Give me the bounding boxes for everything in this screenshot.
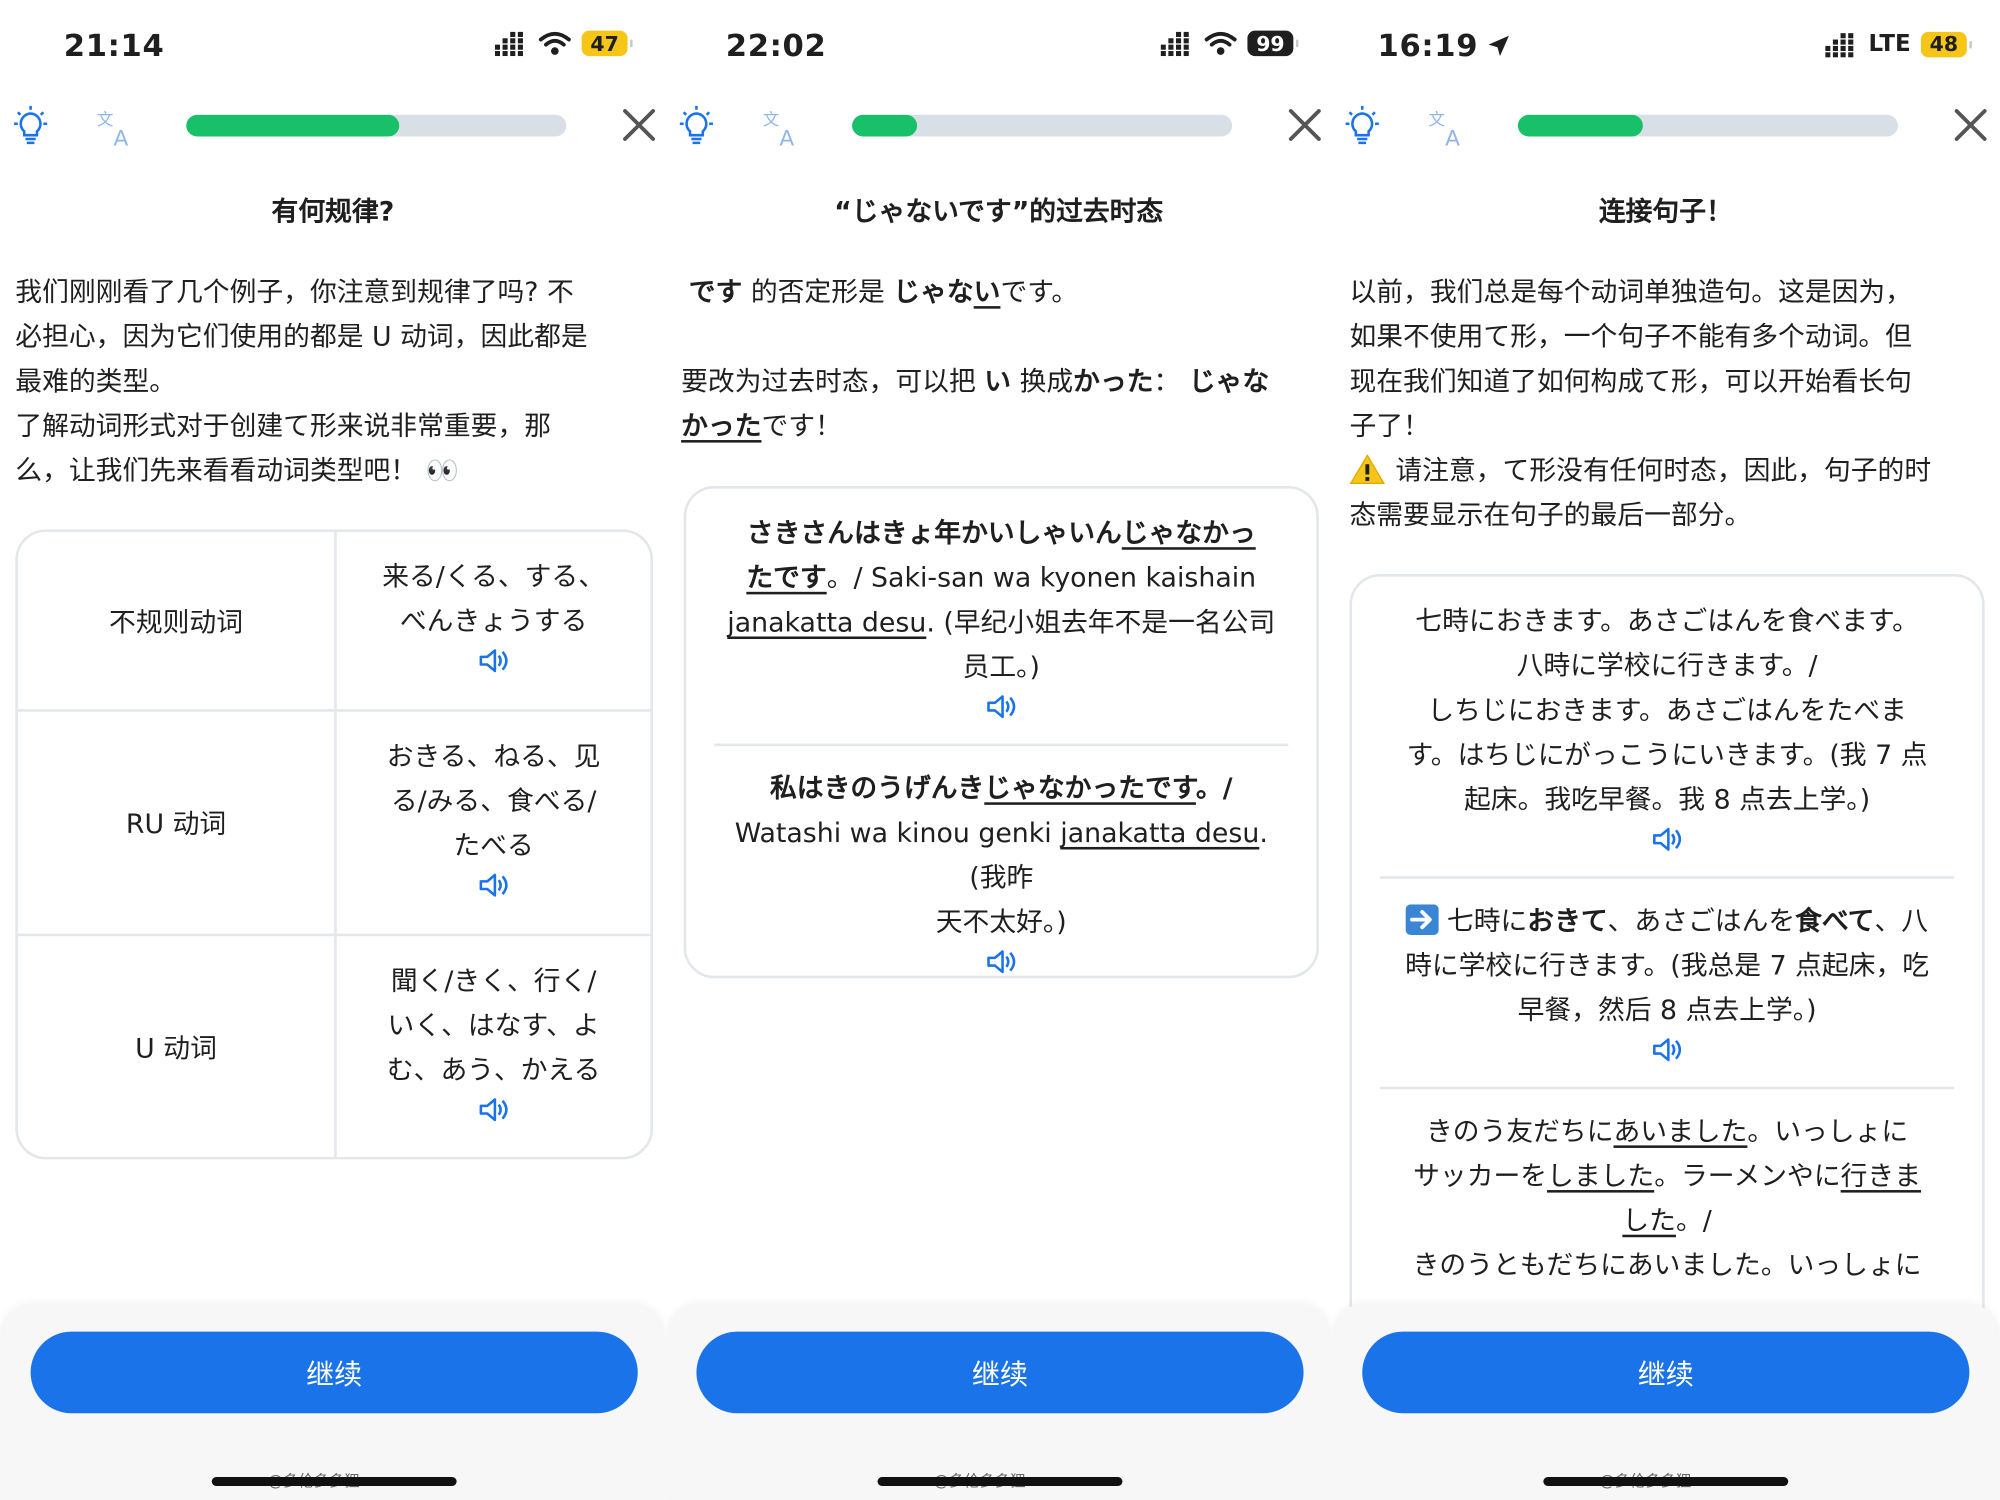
lesson-toolbar: 文 A xyxy=(1332,102,2000,153)
continue-button[interactable]: 继续 xyxy=(696,1331,1304,1414)
status-bar: 22:02 99 xyxy=(666,23,1332,69)
example-card: 七時におきます。あさごはんを食べます。 八時に学校に行きます。/ しちじにおきま… xyxy=(1349,573,1985,1370)
bottom-bar: 继续 @多伦多多狸 xyxy=(665,1303,1332,1500)
example-card: さきさんはきょ年かいしゃいんじゃなかっ たです。/ Saki-san wa ky… xyxy=(683,485,1319,979)
lightbulb-icon[interactable] xyxy=(671,102,722,153)
translate-icon[interactable]: 文 A xyxy=(89,102,140,153)
cellular-signal-icon xyxy=(1825,32,1854,57)
three-screenshots: 21:14 47 文 A 有何规律? 我们刚刚看了几个例子，你注意到规律了吗? … xyxy=(0,0,2000,1500)
progress-fill xyxy=(1517,114,1644,137)
battery-indicator: 48 xyxy=(1920,31,1972,57)
location-arrow-icon xyxy=(1488,35,1509,57)
home-indicator xyxy=(211,1477,457,1486)
verb-examples: おきる、ねる、见 る/みる、食べる/ たべる xyxy=(337,712,651,934)
lesson-toolbar: 文 A xyxy=(0,102,666,153)
svg-text:A: A xyxy=(779,126,794,150)
lesson-title: “じゃないです”的过去时态 xyxy=(834,196,1164,228)
progress-fill xyxy=(852,114,917,137)
speaker-icon[interactable] xyxy=(477,1096,510,1124)
status-bar: 16:19 LTE 48 xyxy=(1332,23,2000,69)
svg-text:A: A xyxy=(114,126,129,150)
warning-icon xyxy=(1349,454,1386,485)
table-row: U 动词 聞く/きく、行く/ いく、はなす、よ む、あう、かえる xyxy=(18,936,651,1157)
lightbulb-icon[interactable] xyxy=(5,102,56,153)
speaker-icon[interactable] xyxy=(477,647,510,675)
lightbulb-icon[interactable] xyxy=(1337,102,1388,153)
battery-indicator: 47 xyxy=(581,30,633,57)
close-icon[interactable] xyxy=(1952,106,1990,144)
lesson-title: 连接句子！ xyxy=(1598,196,1733,228)
lesson-screen-1: 21:14 47 文 A 有何规律? 我们刚刚看了几个例子，你注意到规律了吗? … xyxy=(0,0,666,1500)
example-sentence: 七時におきて、あさごはんを食べて、八 時に学校に行きます。(我总是 7 点起床，… xyxy=(1380,876,1955,1086)
close-icon[interactable] xyxy=(620,106,658,144)
battery-indicator: 99 xyxy=(1247,30,1299,57)
continue-button[interactable]: 继续 xyxy=(1362,1331,1970,1414)
lesson-screen-3: 16:19 LTE 48 文 A 连接句子！ 以前，我们总是每个动词单独造句。这… xyxy=(1331,0,2000,1500)
close-icon[interactable] xyxy=(1286,106,1324,144)
example-sentence: さきさんはきょ年かいしゃいんじゃなかっ たです。/ Saki-san wa ky… xyxy=(686,489,1316,744)
speaker-icon[interactable] xyxy=(1650,1036,1683,1064)
lesson-progress-bar xyxy=(852,114,1233,137)
clock: 16:19 xyxy=(1377,28,1479,64)
speaker-icon[interactable] xyxy=(1650,825,1683,853)
network-type: LTE xyxy=(1868,30,1911,58)
translate-icon[interactable]: 文 A xyxy=(1421,102,1472,153)
lesson-toolbar: 文 A xyxy=(666,102,1332,153)
clock: 21:14 xyxy=(63,28,165,64)
wifi-icon xyxy=(1204,31,1237,55)
home-indicator xyxy=(877,1477,1123,1486)
lesson-paragraph: 以前，我们总是每个动词单独造句。这是因为， 如果不使用て形，一个句子不能有多个动… xyxy=(1349,276,1932,531)
example-sentence: 私はきのうげんきじゃなかったです。/ Watashi wa kinou genk… xyxy=(714,743,1289,976)
cellular-signal-icon xyxy=(1160,31,1189,57)
speaker-icon[interactable] xyxy=(985,693,1018,721)
lesson-progress-bar xyxy=(186,114,567,137)
svg-text:文: 文 xyxy=(97,110,114,129)
translate-icon[interactable]: 文 A xyxy=(755,102,806,153)
svg-text:文: 文 xyxy=(1429,110,1446,129)
example-sentence: きのう友だちにあいました。いっしょに サッカーをしました。ラーメンやに行きま し… xyxy=(1380,1086,1955,1311)
speaker-icon[interactable] xyxy=(477,871,510,899)
status-bar: 21:14 47 xyxy=(0,23,666,69)
arrow-right-icon xyxy=(1406,904,1440,935)
svg-text:A: A xyxy=(1445,126,1460,150)
lesson-title: 有何规律? xyxy=(271,196,395,228)
bottom-bar: 继续 @多伦多多狸 xyxy=(1331,1303,2000,1500)
verb-type-label: RU 动词 xyxy=(18,711,337,934)
cellular-signal-icon xyxy=(494,31,523,57)
bottom-bar: 继续 @多伦多多狸 xyxy=(0,1303,666,1500)
wifi-icon xyxy=(538,31,571,55)
svg-text:文: 文 xyxy=(763,110,780,129)
verb-examples: 来る/くる、する、 べんきょうする xyxy=(337,532,651,709)
verb-type-table: 不规则动词 来る/くる、する、 べんきょうする RU 动词 おきる、ねる、见 る… xyxy=(15,529,654,1160)
home-indicator xyxy=(1543,1477,1789,1486)
example-sentence: 七時におきます。あさごはんを食べます。 八時に学校に行きます。/ しちじにおきま… xyxy=(1352,577,1982,877)
continue-button[interactable]: 继续 xyxy=(30,1331,638,1414)
lesson-paragraph: です 的否定形是 じゃないです。 要改为过去时态，可以把 い 换成かった： じゃ… xyxy=(681,276,1270,442)
table-row: RU 动词 おきる、ねる、见 る/みる、食べる/ たべる xyxy=(17,711,651,937)
clock: 22:02 xyxy=(725,28,827,64)
lesson-progress-bar xyxy=(1517,114,1898,137)
lesson-screen-2: 22:02 99 文 A “じゃないです”的过去时态 です 的否定形是 じゃない… xyxy=(665,0,1332,1500)
verb-type-label: U 动词 xyxy=(18,936,337,1157)
progress-fill xyxy=(186,114,400,137)
speaker-icon[interactable] xyxy=(985,948,1018,976)
verb-examples: 聞く/きく、行く/ いく、はなす、よ む、あう、かえる xyxy=(337,936,651,1157)
lesson-paragraph: 我们刚刚看了几个例子，你注意到规律了吗? 不 必担心，因为它们使用的都是 U 动… xyxy=(15,276,588,486)
table-row: 不规则动词 来る/くる、する、 べんきょうする xyxy=(17,531,651,712)
verb-type-label: 不规则动词 xyxy=(18,531,337,710)
